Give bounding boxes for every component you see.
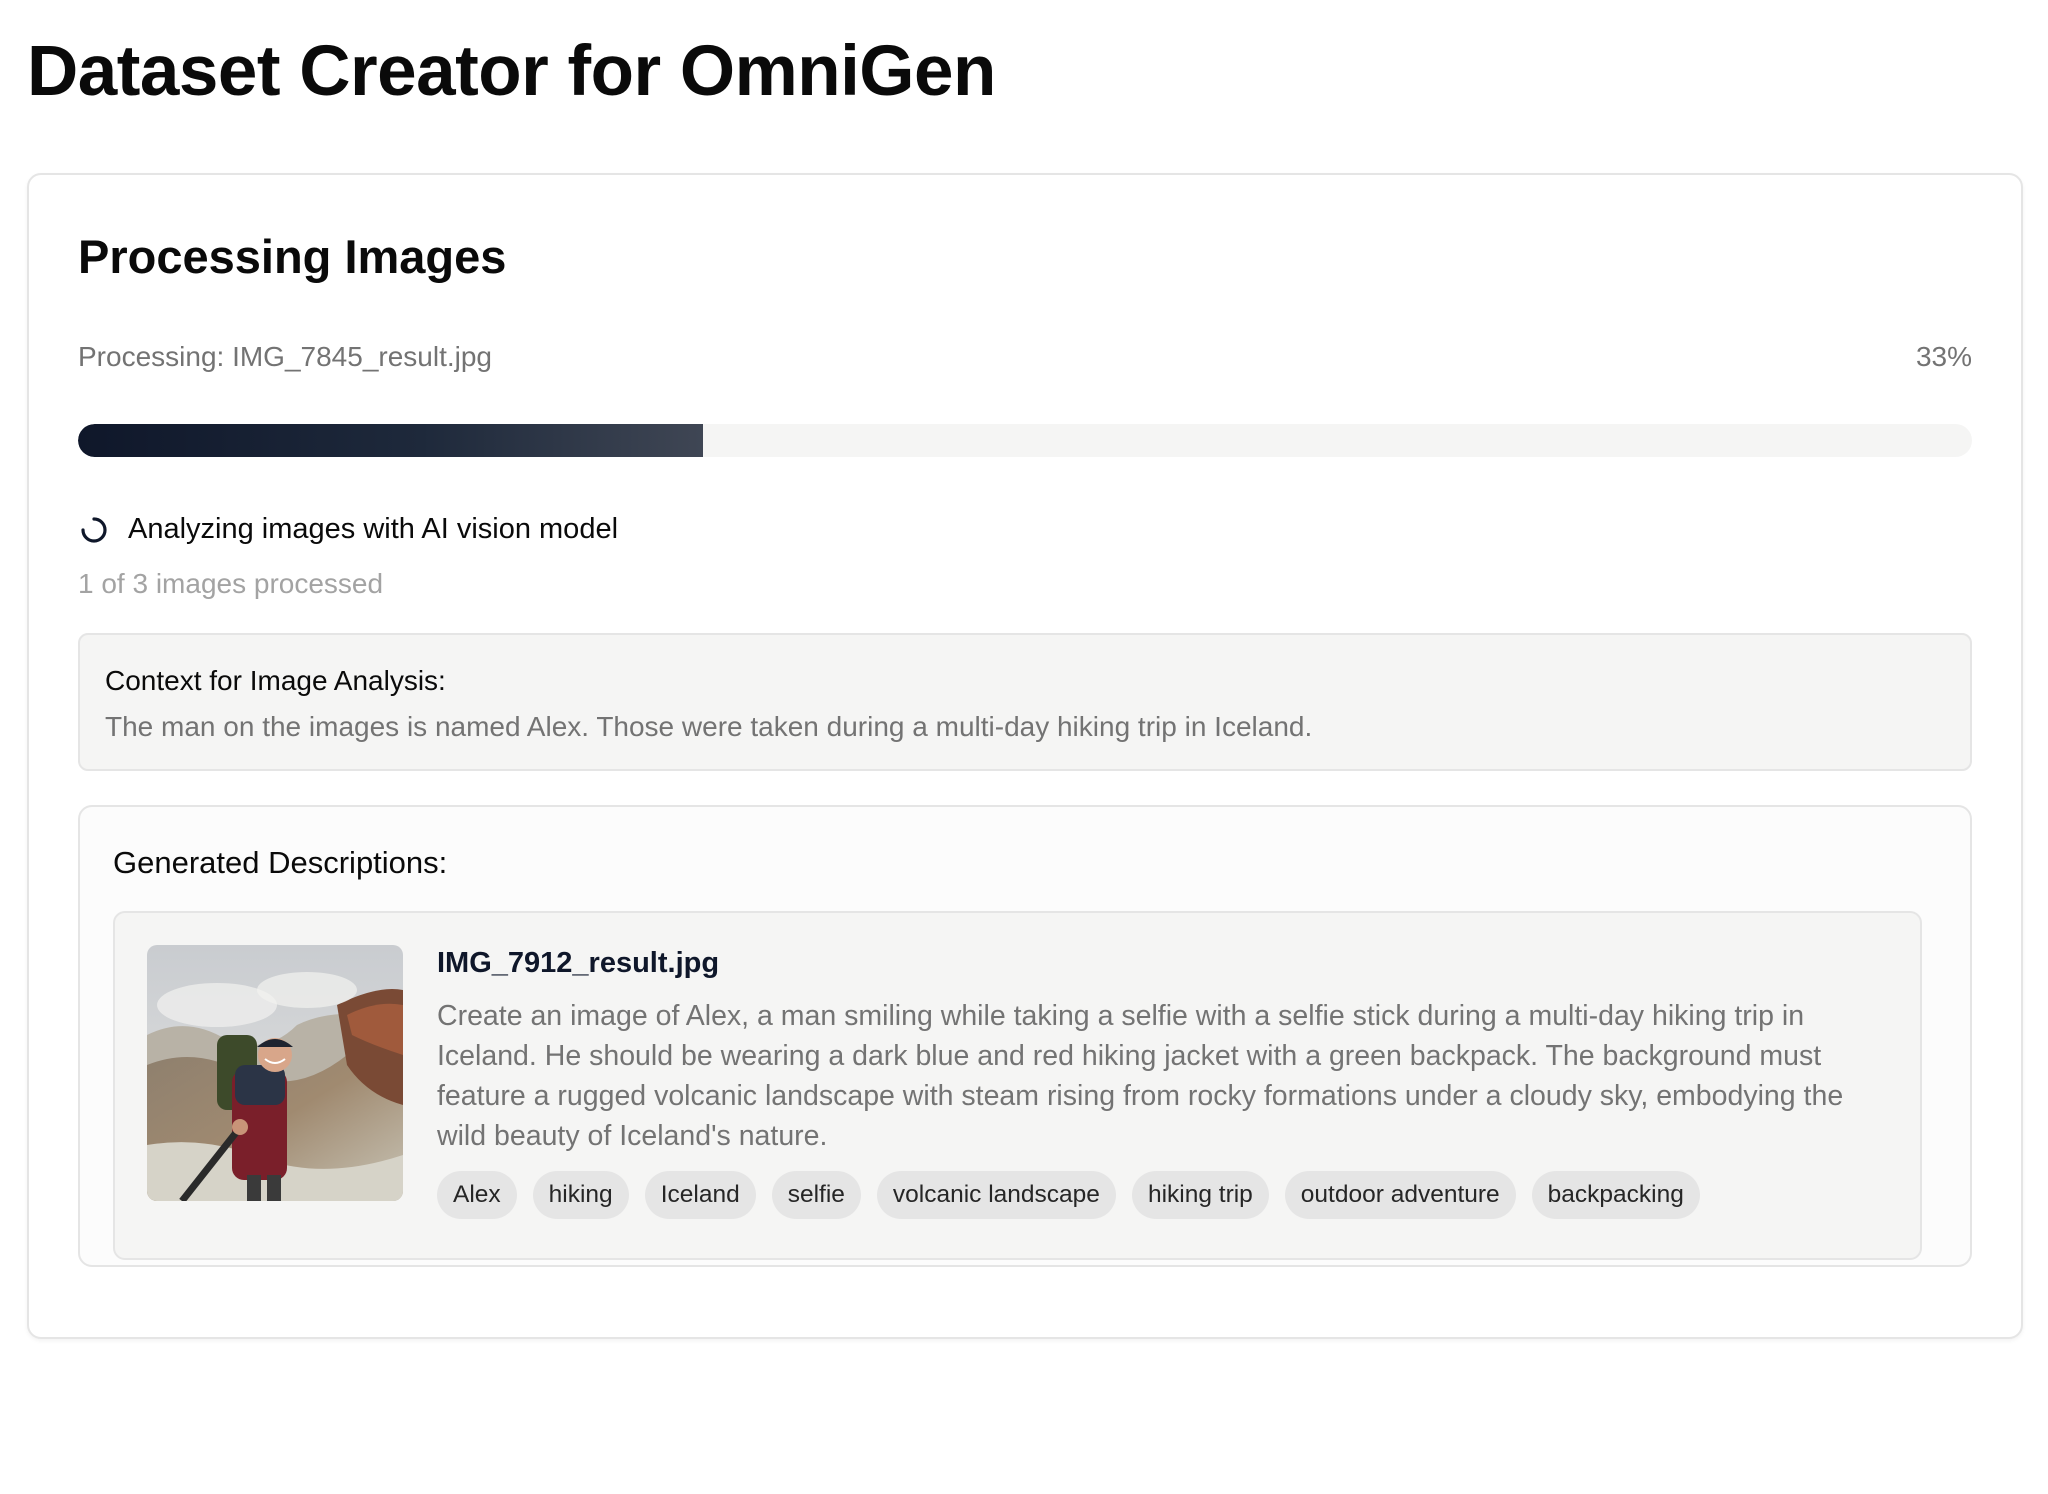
tag: hiking — [532, 1171, 629, 1219]
current-file-label: Processing: IMG_7845_result.jpg — [78, 341, 492, 372]
photo-thumbnail — [147, 945, 403, 1201]
processed-count: 1 of 3 images processed — [78, 568, 384, 599]
tag-list: Alex hiking Iceland selfie volcanic land… — [437, 1171, 1890, 1219]
loading-spinner-icon — [80, 515, 108, 543]
context-label: Context for Image Analysis: — [105, 665, 446, 696]
tag: backpacking — [1531, 1171, 1700, 1219]
tag: outdoor adventure — [1284, 1171, 1516, 1219]
tag: Alex — [437, 1171, 517, 1219]
progress-bar — [78, 424, 1972, 457]
processing-title: Processing Images — [78, 230, 507, 283]
processing-card: Processing Images Processing: IMG_7845_r… — [27, 173, 2023, 1339]
page: Dataset Creator for OmniGen Processing I… — [0, 0, 2048, 1494]
app-title: Dataset Creator for OmniGen — [27, 32, 996, 111]
description-file-name: IMG_7912_result.jpg — [437, 947, 720, 979]
progress-status-row: Processing: IMG_7845_result.jpg 33% — [78, 339, 1972, 375]
tag: selfie — [771, 1171, 861, 1219]
progress-percent: 33% — [1915, 341, 1972, 372]
description-card: IMG_7912_result.jpg Create an image of A… — [113, 911, 1922, 1260]
context-text: The man on the images is named Alex. Tho… — [105, 711, 1313, 742]
generated-descriptions-panel: Generated Descriptions: IMG_7912_result.… — [78, 805, 1972, 1267]
description-text: Create an image of Alex, a man smiling w… — [437, 1000, 1844, 1152]
descriptions-title: Generated Descriptions: — [113, 845, 448, 880]
progress-bar-fill — [78, 424, 704, 457]
tag: volcanic landscape — [876, 1171, 1116, 1219]
description-body: IMG_7912_result.jpg Create an image of A… — [437, 943, 1890, 1219]
analysis-status-text: Analyzing images with AI vision model — [128, 513, 619, 545]
tag: Iceland — [644, 1171, 756, 1219]
analysis-status: Analyzing images with AI vision model — [78, 509, 618, 549]
tag: hiking trip — [1131, 1171, 1269, 1219]
context-box: Context for Image Analysis: The man on t… — [78, 633, 1972, 771]
